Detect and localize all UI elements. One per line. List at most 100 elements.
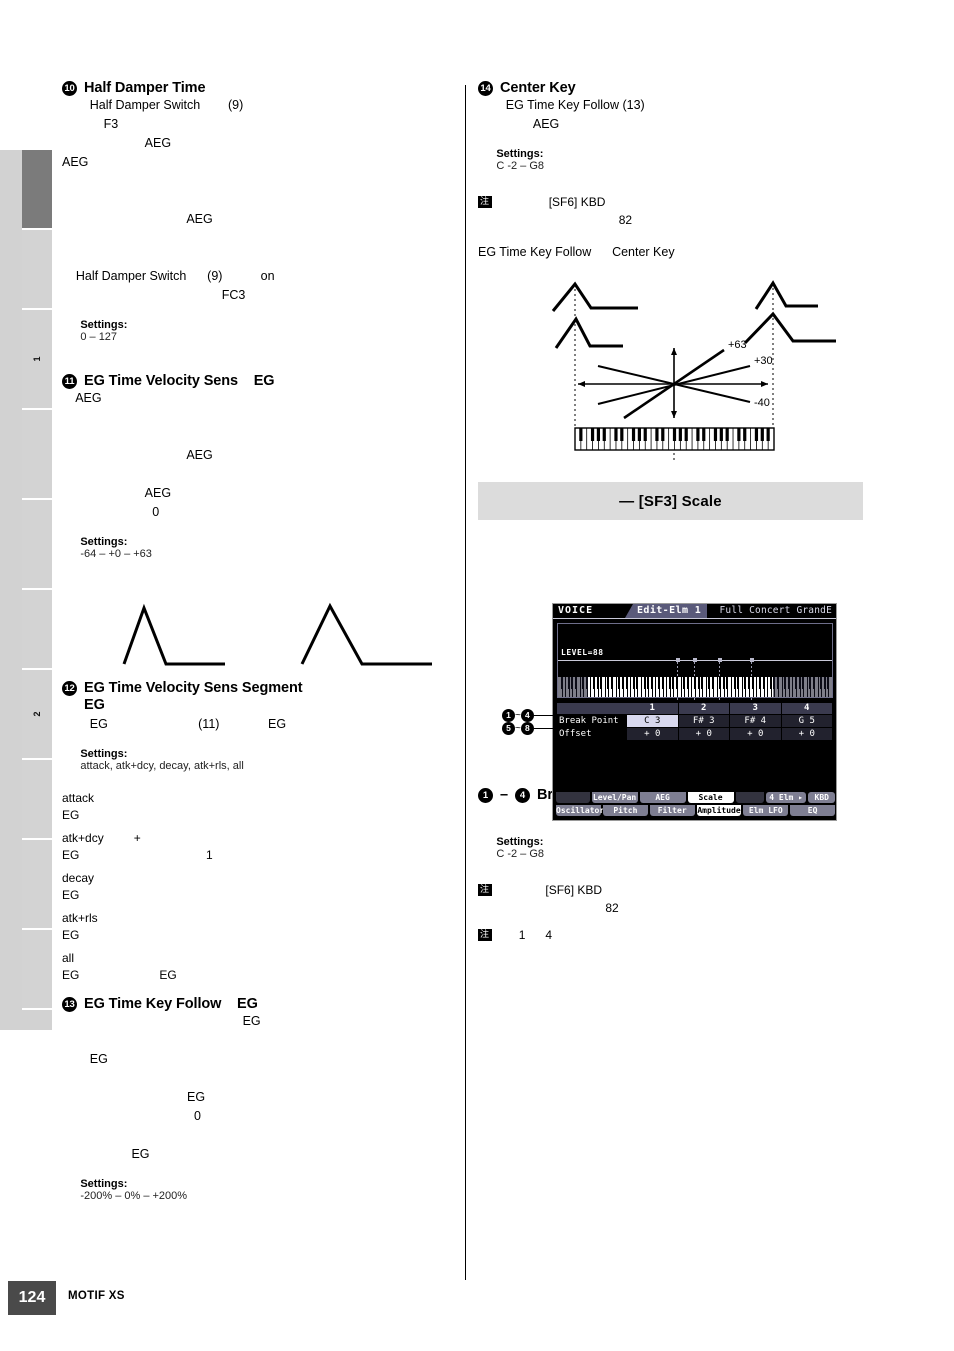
note-badge-icon: 注 (478, 929, 493, 941)
lcd-level-graph: LEVEL=88 (557, 623, 833, 700)
settings-segment: Settings: attack, atk+dcy, decay, atk+rl… (62, 736, 462, 784)
lcd-voice-name: Full Concert GrandE (719, 605, 832, 616)
callout-number-from: 1 (502, 709, 515, 722)
heading-text: Half Damper Time (84, 80, 206, 96)
sidebar-tab-9[interactable] (22, 840, 52, 930)
segment-name: attack (62, 791, 95, 805)
section-eg-time-velocity-sens-segment: 12 EG Time Velocity Sens Segment EG EG (… (62, 680, 462, 984)
lcd-mode-label: Edit-Elm 1 (625, 604, 708, 618)
lcd-black-key (600, 677, 603, 689)
callout-number-to: 8 (520, 722, 534, 735)
lcd-parameter-table: 1234 Break Point C 3 F# 3 F# 4G 5 Offset + 0 +… (557, 703, 833, 740)
lcd-cell-r2-c1[interactable]: + 0 (627, 728, 679, 740)
lcd-kbd-button[interactable]: KBD (808, 792, 835, 803)
lcd-black-key (632, 677, 635, 689)
settings-key-follow: Settings: -200% – 0% – +200% (62, 1166, 462, 1214)
item-number-badge: 13 (62, 996, 77, 1012)
lcd-tab-level-pan[interactable]: Level/Pan (591, 792, 638, 803)
eg-envelope-diagrams (122, 602, 432, 666)
note-text: [SF6] KBD 82 (548, 195, 633, 227)
lcd-cell-r2-c4[interactable]: + 0 (781, 728, 833, 740)
lcd-tab-scale[interactable]: Scale (687, 792, 734, 803)
body-text-key-follow: EG EG EG 0 EG (89, 1014, 261, 1161)
lcd-key-separator (716, 677, 718, 697)
note-row: 注 1 4 (478, 926, 878, 944)
segment-description: EG EG (62, 968, 177, 982)
settings-value: -200% – 0% – +200% (80, 1190, 188, 1202)
lcd-element-selector[interactable]: 4 Elm ▸ (765, 792, 807, 803)
lcd-voice-label: VOICE (558, 605, 594, 616)
lcd-table-row: Offset + 0 + 0 + 0 + 0 (557, 728, 833, 740)
lcd-column-header-2: 2 (678, 703, 730, 714)
heading-text: EG Time Key Follow EG (84, 996, 258, 1012)
lcd-black-key (712, 677, 715, 689)
settings-value: C -2 – G8 (496, 848, 545, 860)
lcd-tab-elm-lfo[interactable]: Elm LFO (743, 805, 789, 816)
lcd-cell-r1-c4[interactable]: G 5 (781, 715, 833, 727)
settings-label: Settings: (80, 1178, 128, 1190)
lcd-cell-r2-c2[interactable]: + 0 (678, 728, 730, 740)
lcd-cell-r1-c1[interactable]: C 3 (627, 715, 679, 727)
lcd-black-key (675, 677, 678, 689)
lcd-cell-r1-c2[interactable]: F# 3 (678, 715, 730, 727)
lcd-black-key (708, 677, 711, 689)
item-number-badge: 12 (62, 680, 77, 696)
lcd-black-key (661, 677, 664, 689)
heading-text: EG Time Velocity Sens Segment (84, 680, 303, 696)
sidebar-tab-3[interactable]: 1 (22, 310, 52, 410)
callout-tilde: ~ (515, 723, 521, 734)
sidebar-tab-2[interactable] (22, 230, 52, 310)
item-number-badge-from: 1 (478, 787, 493, 803)
note-text: 1 4 (492, 928, 553, 942)
lcd-black-key (719, 677, 722, 689)
lcd-keyboard-dim-region-2 (773, 677, 832, 697)
item-number-badge: 14 (478, 80, 493, 96)
page-number-badge: 124 (8, 1281, 56, 1315)
lcd-black-key (697, 677, 700, 689)
heading-text-2: EG (84, 697, 105, 713)
settings-break-point: Settings: C -2 – G8 (478, 824, 878, 872)
lcd-tab-row-lower: Oscillator Pitch Filter Amplitude Elm LFO EQ (556, 805, 835, 816)
sidebar-tab-5[interactable] (22, 500, 52, 590)
left-column: 10 Half Damper Time Half Damper Switch (… (62, 80, 462, 1214)
settings-label: Settings: (80, 748, 128, 760)
callout-break-point: 1 ~ 4 (502, 709, 572, 722)
lcd-screenshot: VOICE Edit-Elm 1 Full Concert GrandE LEV… (552, 603, 837, 821)
lcd-tab-eq[interactable]: EQ (790, 805, 835, 816)
lcd-black-key (611, 677, 614, 689)
settings-center-key: Settings: C -2 – G8 (478, 136, 878, 184)
lcd-black-key (636, 677, 639, 689)
lcd-tab-amplitude[interactable]: Amplitude (696, 805, 742, 816)
lcd-tab-pitch[interactable]: Pitch (603, 805, 648, 816)
segment-name: atk+dcy + (62, 831, 141, 845)
lcd-level-label: LEVEL=88 (561, 648, 604, 657)
sidebar-tab-10[interactable] (22, 930, 52, 1010)
section-half-damper-time: 10 Half Damper Time Half Damper Switch (… (62, 80, 462, 355)
lcd-cell-r2-c3[interactable]: + 0 (730, 728, 782, 740)
lcd-tab-aeg[interactable]: AEG (639, 792, 686, 803)
callout-leader-line (533, 715, 572, 716)
lcd-tab-filter[interactable]: Filter (649, 805, 695, 816)
sidebar-tab-7[interactable]: 2 (22, 670, 52, 760)
heading-text: Center Key (500, 80, 576, 96)
segment-list: attack EG atk+dcy + EG 1 decay EG atk+rls EG all… (62, 790, 462, 984)
sidebar-tab-8[interactable] (22, 760, 52, 840)
sidebar-tab-1[interactable] (22, 150, 52, 230)
lcd-black-key (621, 677, 624, 689)
lcd-black-key (657, 677, 660, 689)
lcd-key-separator (615, 677, 617, 697)
segment-description: EG (62, 888, 80, 902)
lcd-black-key (593, 677, 596, 689)
sidebar-tab-label: 1 (32, 356, 42, 362)
svg-text:+63: +63 (728, 339, 747, 351)
lcd-cell-r1-c3[interactable]: F# 4 (730, 715, 782, 727)
lcd-key-separator (756, 677, 758, 697)
sidebar-tab-4[interactable] (22, 410, 52, 500)
settings-half-damper: Settings: 0 – 127 (62, 307, 462, 355)
lcd-black-key (672, 677, 675, 689)
svg-text:+30: +30 (754, 355, 773, 367)
heading-center-key: 14 Center Key (478, 80, 878, 96)
sidebar-tab-6[interactable] (22, 590, 52, 670)
lcd-tab-oscillator[interactable]: Oscillator (556, 805, 604, 816)
body-text-half-damper: Half Damper Switch (9) F3 AEG AEG AEG Ha… (62, 98, 275, 302)
